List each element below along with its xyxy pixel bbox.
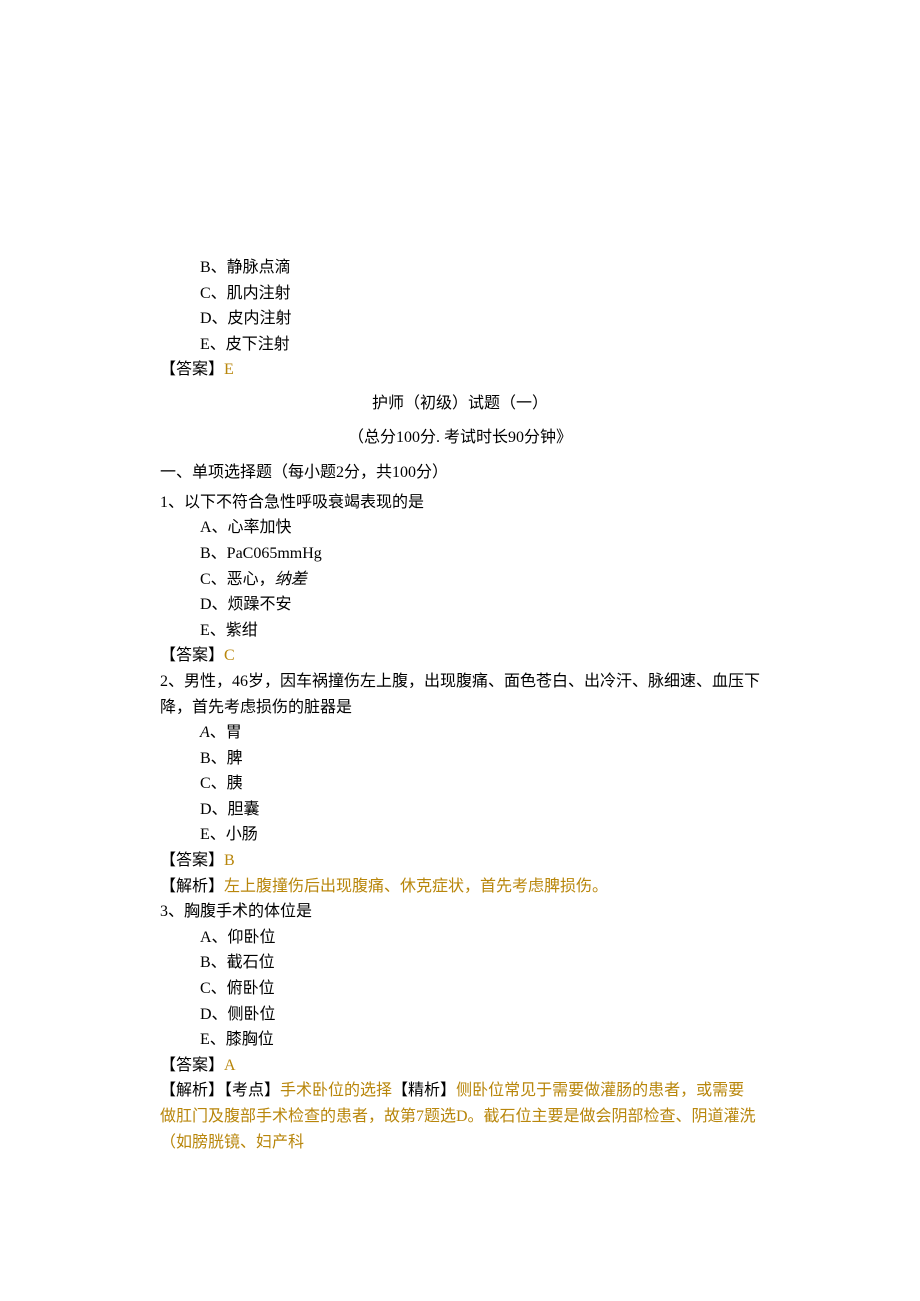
q1-answer-value: C <box>224 647 235 664</box>
pre-option-d: D、皮内注射 <box>160 306 760 332</box>
q1-option-b: B、PaC065mmHg <box>160 541 760 567</box>
q3-option-d: D、侧卧位 <box>160 1002 760 1028</box>
pre-option-c: C、肌内注射 <box>160 281 760 307</box>
pre-option-e: E、皮下注射 <box>160 332 760 358</box>
q3-analysis-label: 【解析】 <box>160 1082 224 1099</box>
pre-answer-value: E <box>224 361 234 378</box>
q3-option-b: B、截石位 <box>160 950 760 976</box>
q1-option-d: D、烦躁不安 <box>160 592 760 618</box>
q2-answer-value: B <box>224 852 235 869</box>
q1-option-c: C、恶心，纳差 <box>160 567 760 593</box>
q2-option-c: C、胰 <box>160 771 760 797</box>
q2-option-a-prefix: A <box>200 724 210 741</box>
pre-option-b: B、静脉点滴 <box>160 255 760 281</box>
q3-analysis-prefix: 【考点】 <box>224 1082 280 1099</box>
q1-option-a: A、心率加快 <box>160 515 760 541</box>
q2-answer-line: 【答案】B <box>160 848 760 874</box>
q2-option-a: A、胃 <box>160 720 760 746</box>
q3-analysis-mid: 【精析】 <box>392 1082 456 1099</box>
q3-answer-value: A <box>224 1057 236 1074</box>
q1-answer-label: 【答案】 <box>160 647 224 664</box>
q2-option-e: E、小肠 <box>160 822 760 848</box>
q3-analysis-line: 【解析】【考点】手术卧位的选择【精析】侧卧位常见于需要做灌肠的患者，或需要做肛门… <box>160 1078 760 1155</box>
q3-option-a: A、仰卧位 <box>160 925 760 951</box>
section-header: 一、单项选择题（每小题2分，共100分） <box>160 460 760 486</box>
q3-option-c: C、俯卧位 <box>160 976 760 1002</box>
q1-option-c-italic: 纳差 <box>275 571 307 588</box>
q1-answer-line: 【答案】C <box>160 643 760 669</box>
q2-option-a-suffix: 、胃 <box>210 724 242 741</box>
q3-option-e: E、膝胸位 <box>160 1027 760 1053</box>
q3-analysis-part1: 手术卧位的选择 <box>280 1082 392 1099</box>
q2-answer-label: 【答案】 <box>160 852 224 869</box>
q2-stem: 2、男性，46岁，因车祸撞伤左上腹，出现腹痛、面色苍白、出冷汗、脉细速、血压下降… <box>160 669 760 720</box>
q3-answer-line: 【答案】A <box>160 1053 760 1079</box>
pre-answer-line: 【答案】E <box>160 357 760 383</box>
pre-answer-label: 【答案】 <box>160 361 224 378</box>
q1-option-e: E、紫绀 <box>160 618 760 644</box>
exam-subtitle: （总分100分. 考试时长90分钟》 <box>160 425 760 451</box>
q3-stem: 3、胸腹手术的体位是 <box>160 899 760 925</box>
q2-option-d: D、胆囊 <box>160 797 760 823</box>
q1-option-c-prefix: C、恶心， <box>200 571 275 588</box>
q2-analysis-line: 【解析】左上腹撞伤后出现腹痛、休克症状，首先考虑脾损伤。 <box>160 874 760 900</box>
q2-option-b: B、脾 <box>160 746 760 772</box>
exam-title: 护师（初级）试题（一） <box>160 391 760 417</box>
q2-analysis-text: 左上腹撞伤后出现腹痛、休克症状，首先考虑脾损伤。 <box>224 878 608 895</box>
q2-analysis-label: 【解析】 <box>160 878 224 895</box>
q3-answer-label: 【答案】 <box>160 1057 224 1074</box>
q1-stem: 1、以下不符合急性呼吸衰竭表现的是 <box>160 490 760 516</box>
